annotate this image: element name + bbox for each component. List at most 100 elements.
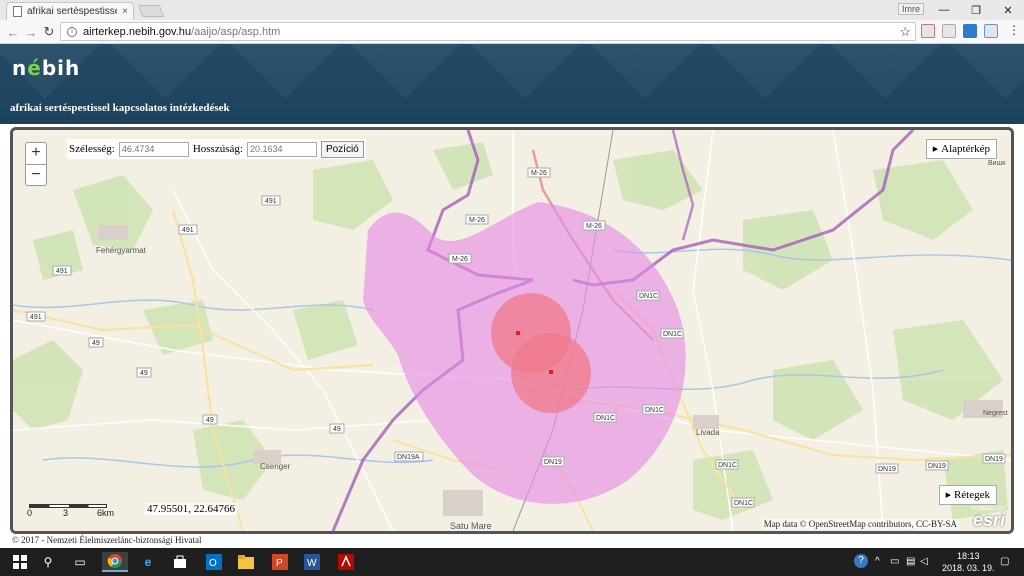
notifications-icon[interactable]: ▢ bbox=[1000, 556, 1009, 567]
system-clock[interactable]: 18:13 2018. 03. 19. bbox=[942, 550, 995, 574]
road-shield: DN1C bbox=[660, 328, 684, 339]
zoom-control: + − bbox=[25, 142, 47, 186]
position-button[interactable]: Pozíció bbox=[320, 140, 364, 158]
page-header: nébih afrikai sertéspestissel kapcsolato… bbox=[0, 44, 1024, 124]
svg-text:491: 491 bbox=[56, 268, 68, 275]
battery-icon[interactable]: ▭ bbox=[890, 556, 899, 567]
back-arrow-icon[interactable]: ← bbox=[4, 23, 22, 41]
mouse-coordinates: 47.95501, 22.64766 bbox=[145, 503, 237, 515]
map-view[interactable]: M-26 M-26 M-26 M-26 491 491 491 491 49 4… bbox=[10, 127, 1014, 534]
map-canvas[interactable]: M-26 M-26 M-26 M-26 491 491 491 491 49 4… bbox=[13, 130, 1011, 531]
zoom-in-button[interactable]: + bbox=[26, 143, 46, 164]
road-shield: 491 bbox=[261, 195, 281, 206]
place-label: Satu Mare bbox=[450, 521, 492, 531]
place-label: Вишк bbox=[988, 160, 1006, 167]
menu-dots-icon[interactable]: ⋮ bbox=[1008, 23, 1020, 37]
cast-extension-icon[interactable] bbox=[942, 24, 956, 38]
road-shield: 491 bbox=[26, 311, 46, 322]
browser-tab[interactable]: afrikai sertéspestissel kap × bbox=[6, 2, 134, 20]
svg-text:DN19A: DN19A bbox=[397, 454, 420, 461]
road-shield: M-26 bbox=[582, 220, 606, 231]
road-shield: M-26 bbox=[465, 214, 489, 225]
svg-text:M-26: M-26 bbox=[586, 223, 602, 230]
bookmark-star-icon[interactable]: ☆ bbox=[899, 24, 911, 40]
svg-text:49: 49 bbox=[206, 417, 214, 424]
maximize-button[interactable]: ❐ bbox=[960, 0, 992, 20]
svg-text:491: 491 bbox=[30, 314, 42, 321]
browser-tabbar: afrikai sertéspestissel kap × Imre — ❐ ✕ bbox=[0, 0, 1024, 20]
layers-button[interactable]: ▶ Rétegek bbox=[938, 485, 997, 505]
svg-text:M-26: M-26 bbox=[531, 170, 547, 177]
svg-text:491: 491 bbox=[182, 227, 194, 234]
search-icon[interactable]: ⚲ bbox=[38, 552, 58, 572]
svg-text:DN1C: DN1C bbox=[645, 407, 664, 414]
grid-extension-icon[interactable] bbox=[963, 24, 977, 38]
nebih-logo[interactable]: nébih bbox=[12, 56, 80, 80]
network-icon[interactable]: ▤ bbox=[906, 556, 915, 567]
svg-text:DN19: DN19 bbox=[928, 463, 946, 470]
footer-copyright: © 2017 - Nemzeti Élelmiszerlánc-biztonsá… bbox=[12, 535, 202, 545]
latitude-input[interactable] bbox=[118, 141, 189, 157]
taskbar: ⚲ ▭ e O P W ? ^ ▭ ▤ ◁ 18:13 2018. 03. 19… bbox=[0, 548, 1024, 576]
svg-text:49: 49 bbox=[140, 370, 148, 377]
minimize-button[interactable]: — bbox=[928, 0, 960, 20]
powerpoint-icon[interactable]: P bbox=[270, 552, 290, 572]
task-view-icon[interactable]: ▭ bbox=[70, 552, 90, 572]
chrome-taskbar-icon[interactable] bbox=[102, 552, 128, 572]
road-shield: 49 bbox=[136, 367, 152, 378]
svg-text:M-26: M-26 bbox=[452, 256, 468, 263]
svg-text:P: P bbox=[276, 558, 283, 569]
zoom-out-button[interactable]: − bbox=[26, 164, 46, 185]
layers-label: Rétegek bbox=[953, 489, 990, 501]
outbreak-marker[interactable] bbox=[516, 331, 520, 335]
info-icon[interactable]: i bbox=[67, 26, 77, 37]
road-shield: 49 bbox=[329, 423, 345, 434]
edge-icon[interactable]: e bbox=[138, 552, 158, 572]
place-label: Fehérgyarmat bbox=[96, 246, 147, 255]
url-path: /aaijo/asp/asp.htm bbox=[191, 25, 281, 38]
svg-text:DN1C: DN1C bbox=[734, 500, 753, 507]
basemap-label: Alaptérkép bbox=[941, 143, 990, 155]
scale-bar: 0 3 6km bbox=[27, 501, 114, 518]
acrobat-icon[interactable] bbox=[336, 552, 356, 572]
forward-arrow-icon[interactable]: → bbox=[22, 23, 40, 41]
road-shield: DN1C bbox=[731, 497, 755, 508]
new-tab-button[interactable] bbox=[137, 5, 165, 17]
place-label: Negrest bbox=[983, 410, 1008, 417]
road-shield: M-26 bbox=[448, 253, 472, 264]
close-window-button[interactable]: ✕ bbox=[992, 0, 1024, 20]
address-bar[interactable]: i airterkep.nebih.gov.hu/aaijo/asp/asp.h… bbox=[60, 22, 916, 41]
windows-start-icon[interactable] bbox=[10, 552, 30, 572]
road-shield: DN1C bbox=[642, 404, 666, 415]
caret-right-icon: ▶ bbox=[945, 491, 951, 499]
longitude-input[interactable] bbox=[246, 141, 317, 157]
bookmark-extension-icon[interactable] bbox=[984, 24, 998, 38]
chevron-up-icon[interactable]: ^ bbox=[875, 556, 880, 567]
place-label: Csenger bbox=[260, 462, 291, 471]
word-icon[interactable]: W bbox=[302, 552, 322, 572]
store-icon[interactable] bbox=[170, 552, 190, 572]
longitude-label: Hosszúság: bbox=[192, 143, 243, 155]
clock-time: 18:13 bbox=[957, 551, 980, 561]
file-explorer-icon[interactable] bbox=[236, 552, 256, 572]
road-shield: DN19 bbox=[982, 453, 1006, 464]
road-shield: DN19 bbox=[925, 460, 949, 471]
page-icon bbox=[13, 6, 22, 17]
basemap-button[interactable]: ▶ Alaptérkép bbox=[925, 139, 997, 159]
svg-text:491: 491 bbox=[265, 198, 277, 205]
outlook-icon[interactable]: O bbox=[204, 552, 224, 572]
pdf-extension-icon[interactable] bbox=[921, 24, 935, 38]
road-shield: 49 bbox=[88, 337, 104, 348]
outbreak-marker[interactable] bbox=[549, 370, 553, 374]
svg-text:O: O bbox=[209, 558, 217, 569]
volume-icon[interactable]: ◁ bbox=[920, 556, 928, 567]
svg-text:DN1C: DN1C bbox=[596, 415, 615, 422]
help-icon[interactable]: ? bbox=[854, 554, 868, 568]
place-label: Livada bbox=[696, 428, 720, 437]
profile-badge[interactable]: Imre bbox=[898, 3, 924, 15]
svg-text:DN1C: DN1C bbox=[718, 462, 737, 469]
tab-close-icon[interactable]: × bbox=[122, 6, 128, 17]
road-shield: DN19A bbox=[394, 451, 424, 462]
clock-date: 2018. 03. 19. bbox=[942, 563, 995, 573]
reload-icon[interactable]: ↻ bbox=[40, 23, 58, 41]
